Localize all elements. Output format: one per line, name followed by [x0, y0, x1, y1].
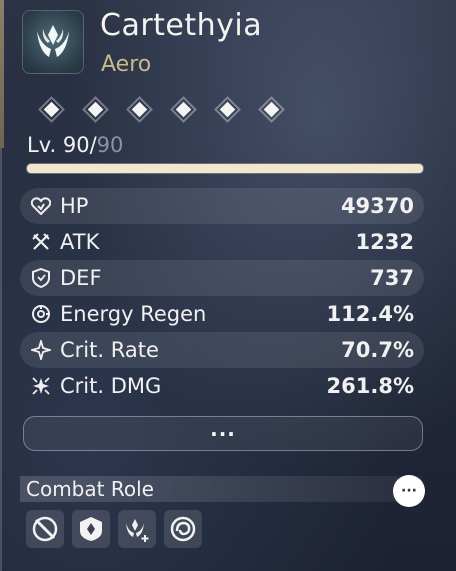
- stat-row-energy-regen: Energy Regen 112.4%: [20, 296, 424, 332]
- stat-label: Energy Regen: [60, 302, 207, 326]
- stat-value: 112.4%: [326, 302, 414, 326]
- def-shield-icon: [30, 267, 52, 289]
- diamond-icon: [124, 95, 154, 123]
- character-name: Cartethyia: [100, 8, 263, 43]
- stat-value: 1232: [355, 230, 414, 254]
- resonance-chain: [36, 95, 286, 123]
- swirl-icon[interactable]: [164, 510, 202, 548]
- stat-row-hp: HP 49370: [20, 188, 424, 224]
- side-divider: [0, 148, 2, 571]
- level-progress-bar: [26, 163, 424, 174]
- diamond-icon: [256, 95, 286, 123]
- stat-value: 261.8%: [326, 374, 414, 398]
- atk-swords-icon: [30, 231, 52, 253]
- stat-value: 70.7%: [341, 338, 414, 362]
- diamond-icon: [80, 95, 110, 123]
- hp-heart-icon: [30, 195, 52, 217]
- stat-label: ATK: [60, 230, 100, 254]
- crit-dmg-icon: [30, 375, 52, 397]
- stat-row-crit-rate: Crit. Rate 70.7%: [20, 332, 424, 368]
- diamond-icon: [212, 95, 242, 123]
- stat-row-def: DEF 737: [20, 260, 424, 296]
- level-current: Lv. 90/: [27, 133, 97, 157]
- stats-list: HP 49370 ATK 1232 DEF 737 Energy Regen 1…: [20, 188, 424, 404]
- more-stats-button[interactable]: ...: [23, 416, 423, 451]
- stat-value: 737: [370, 266, 414, 290]
- energy-regen-icon: [30, 303, 52, 325]
- more-dots-icon: ···: [401, 483, 417, 499]
- crit-rate-icon: [30, 339, 52, 361]
- combat-role-title: Combat Role: [26, 477, 154, 501]
- diamond-icon: [168, 95, 198, 123]
- stat-row-atk: ATK 1232: [20, 224, 424, 260]
- diamond-icon: [36, 95, 66, 123]
- aero-attribute-icon: [22, 10, 84, 74]
- stat-value: 49370: [340, 194, 414, 218]
- more-stats-label: ...: [210, 416, 236, 441]
- slash-blade-icon[interactable]: [26, 510, 64, 548]
- stat-label: Crit. DMG: [60, 374, 162, 398]
- stat-label: Crit. Rate: [60, 338, 159, 362]
- stat-row-crit-dmg: Crit. DMG 261.8%: [20, 368, 424, 404]
- level-max: 90: [96, 133, 124, 157]
- side-accent-bar: [0, 0, 4, 148]
- stat-label: DEF: [60, 266, 102, 290]
- level-text: Lv. 90/90: [27, 133, 123, 157]
- combat-role-info-button[interactable]: ···: [393, 475, 425, 507]
- combat-role-icons: [26, 510, 202, 548]
- shield-emblem-icon[interactable]: [72, 510, 110, 548]
- aero-plus-icon[interactable]: [118, 510, 156, 548]
- stat-label: HP: [60, 194, 89, 218]
- character-element: Aero: [101, 52, 152, 77]
- level-progress-fill: [27, 164, 423, 173]
